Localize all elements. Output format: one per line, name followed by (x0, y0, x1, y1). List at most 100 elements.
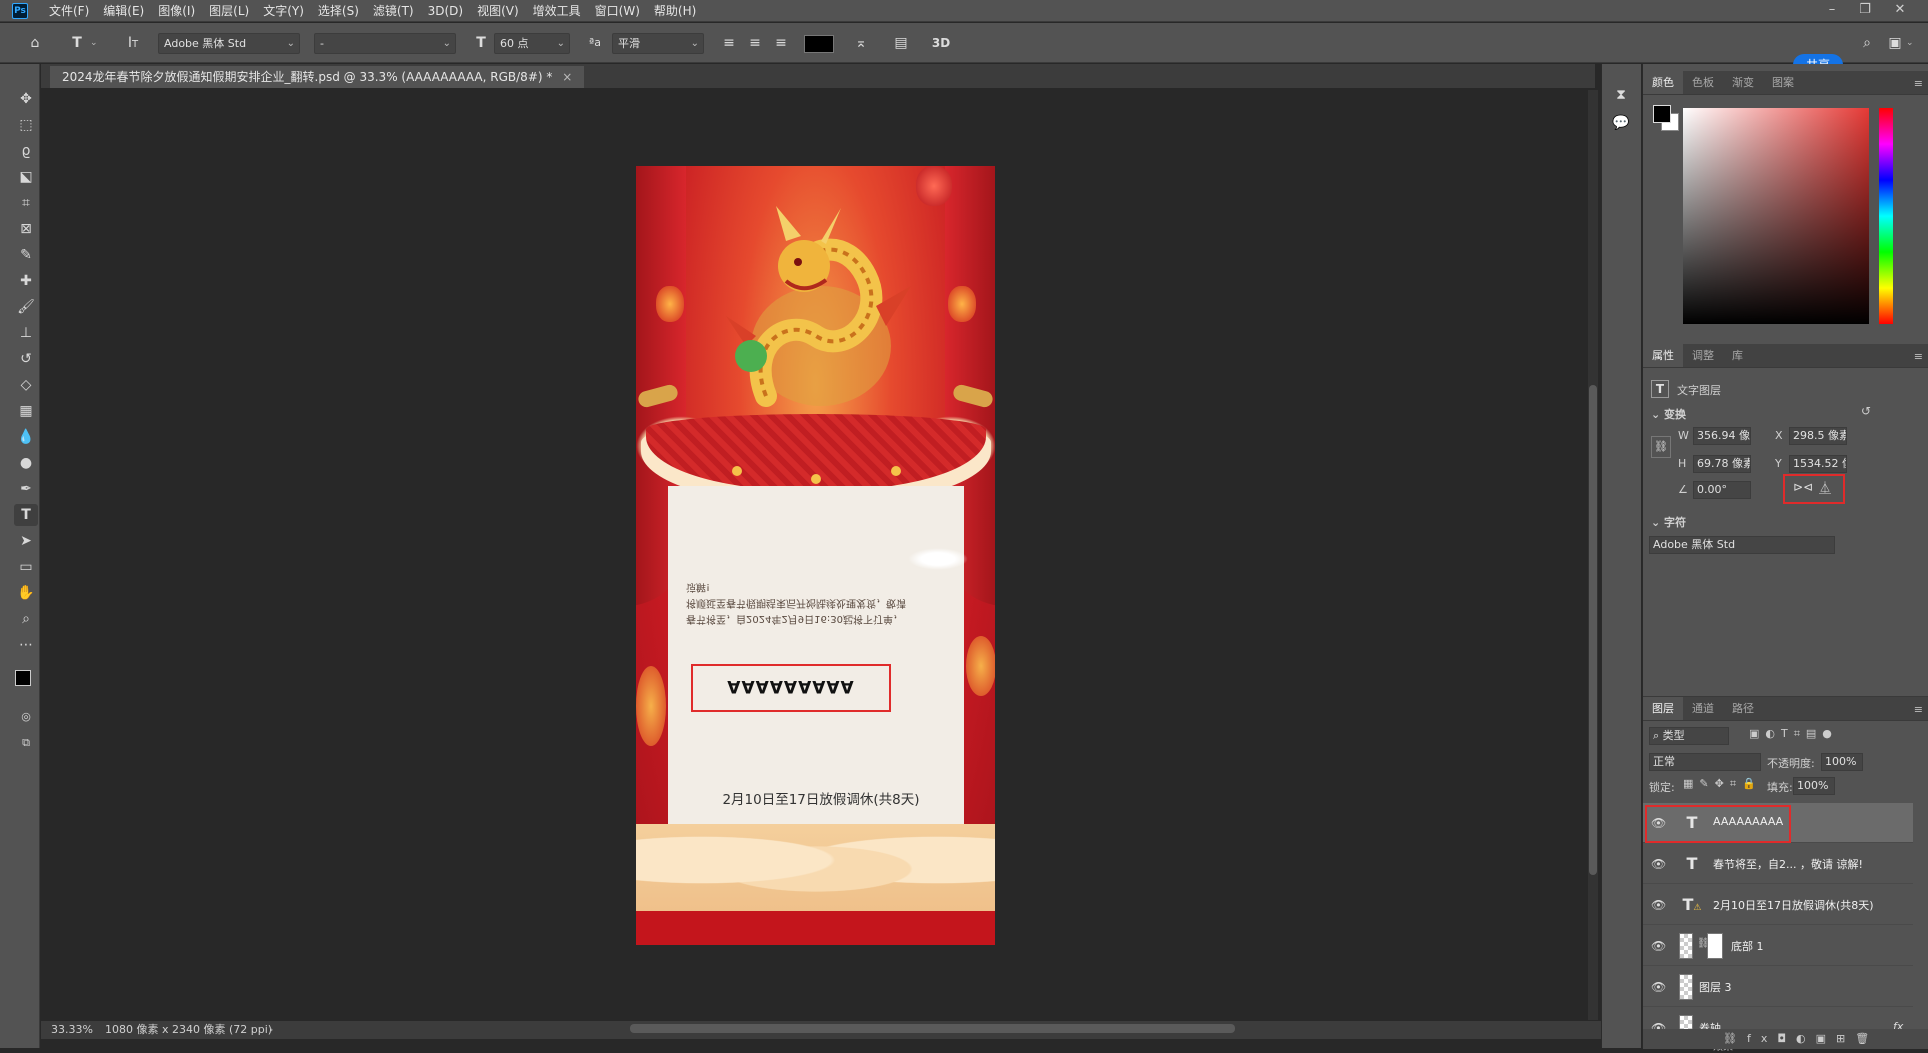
tab-gradients[interactable]: 渐变 (1723, 71, 1763, 94)
frame-tool-icon[interactable]: ⊠ (14, 218, 38, 240)
close-tab-icon[interactable]: × (562, 70, 572, 84)
lock-icons[interactable]: ▦✎✥⌗🔒 (1683, 777, 1762, 791)
screen-mode-icon[interactable]: ⧉ (14, 732, 38, 754)
hue-slider[interactable] (1879, 108, 1893, 324)
gradient-tool-icon[interactable]: ▦ (14, 400, 38, 422)
more-tools-icon[interactable]: ⋯ (14, 634, 38, 656)
type-tool-icon[interactable]: T (14, 504, 38, 526)
x-field[interactable]: 298.5 像素 (1789, 427, 1847, 445)
layer-row-holiday[interactable]: 👁 T⚠ 2月10日至17日放假调休(共8天) (1643, 885, 1913, 925)
fill-field[interactable]: 100% (1793, 777, 1835, 795)
tab-adjustments[interactable]: 调整 (1683, 344, 1723, 367)
foreground-color-swatch[interactable] (15, 670, 31, 686)
menu-type[interactable]: 文字(Y) (256, 0, 311, 22)
layers-footer-icons[interactable]: ⛓fx◘◐▣⊞🗑 (1643, 1029, 1928, 1049)
width-field[interactable]: 356.94 像素 (1693, 427, 1751, 445)
menu-3d[interactable]: 3D(D) (421, 0, 470, 22)
pen-tool-icon[interactable]: ✒ (14, 478, 38, 500)
status-arrow-icon[interactable]: › (269, 1021, 273, 1039)
visibility-eye-icon[interactable]: 👁 (1651, 898, 1666, 912)
visibility-eye-icon[interactable]: 👁 (1651, 857, 1666, 871)
layer-filter-select[interactable]: ⌕ 类型 (1649, 727, 1729, 745)
angle-field[interactable]: 0.00° (1693, 481, 1751, 499)
home-icon[interactable]: ⌂ (24, 32, 46, 54)
color-fg-swatch[interactable] (1653, 105, 1671, 123)
blend-mode-select[interactable]: 正常 (1649, 753, 1761, 771)
warp-text-icon[interactable]: ⌅ (850, 32, 872, 54)
eraser-tool-icon[interactable]: ◇ (14, 374, 38, 396)
eyedropper-tool-icon[interactable]: ✎ (14, 244, 38, 266)
menu-layer[interactable]: 图层(L) (202, 0, 256, 22)
menu-window[interactable]: 窗口(W) (588, 0, 647, 22)
menu-file[interactable]: 文件(F) (42, 0, 96, 22)
flip-vertical-icon[interactable]: ⏅ (1819, 479, 1831, 496)
font-family-select[interactable]: Adobe 黑体 Std ⌄ (158, 33, 300, 54)
visibility-eye-icon[interactable]: 👁 (1651, 980, 1666, 994)
tab-patterns[interactable]: 图案 (1763, 71, 1803, 94)
antialias-select[interactable]: 平滑 ⌄ (612, 33, 704, 54)
zoom-tool-icon[interactable]: ⌕ (14, 608, 38, 630)
reset-transform-icon[interactable]: ↺ (1861, 404, 1871, 418)
transform-header[interactable]: ⌄ 变换 (1651, 406, 1686, 422)
height-field[interactable]: 69.78 像素 (1693, 455, 1751, 473)
path-select-tool-icon[interactable]: ➤ (14, 530, 38, 552)
color-panel-menu-icon[interactable]: ≡ (1914, 77, 1923, 90)
layers-panel-menu-icon[interactable]: ≡ (1914, 703, 1923, 716)
holiday-text[interactable]: 2月10日至17日放假调休(共8天) (676, 788, 966, 808)
layer-mask-thumb[interactable] (1707, 933, 1723, 959)
dodge-tool-icon[interactable]: ● (14, 452, 38, 474)
document-tab[interactable]: 2024龙年春节除夕放假通知假期安排企业_翻转.psd @ 33.3% (AAA… (50, 66, 585, 88)
rectangle-tool-icon[interactable]: ▭ (14, 556, 38, 578)
tab-libraries[interactable]: 库 (1723, 344, 1752, 367)
clone-stamp-tool-icon[interactable]: ⊥ (14, 322, 38, 344)
color-field[interactable] (1683, 108, 1869, 324)
tab-properties[interactable]: 属性 (1643, 344, 1683, 367)
vertical-scrollbar[interactable] (1589, 385, 1597, 875)
comments-panel-icon[interactable]: 💬 (1610, 112, 1632, 134)
y-field[interactable]: 1534.52 像 (1789, 455, 1847, 473)
tab-swatches[interactable]: 色板 (1683, 71, 1723, 94)
menu-filter[interactable]: 滤镜(T) (366, 0, 421, 22)
align-center-icon[interactable]: ≡ (744, 32, 766, 54)
blur-tool-icon[interactable]: 💧 (14, 426, 38, 448)
character-font-select[interactable]: Adobe 黑体 Std (1649, 536, 1835, 554)
tab-paths[interactable]: 路径 (1723, 697, 1763, 720)
tab-channels[interactable]: 通道 (1683, 697, 1723, 720)
zoom-level[interactable]: 33.33% (51, 1021, 93, 1039)
healing-brush-tool-icon[interactable]: ✚ (14, 270, 38, 292)
history-panel-icon[interactable]: ⧗ (1610, 84, 1632, 106)
workspace-chevron-icon[interactable]: ⌄ (1906, 32, 1914, 54)
move-tool-icon[interactable]: ✥ (14, 88, 38, 110)
preset-chevron-icon[interactable]: ⌄ (90, 32, 98, 54)
object-select-tool-icon[interactable]: ⬕ (14, 166, 38, 188)
align-right-icon[interactable]: ≡ (770, 32, 792, 54)
layer-filter-icons[interactable]: ▣◐T⌗▤● (1749, 727, 1838, 741)
lasso-tool-icon[interactable]: ϱ (14, 140, 38, 162)
properties-panel-menu-icon[interactable]: ≡ (1914, 350, 1923, 363)
align-left-icon[interactable]: ≡ (718, 32, 740, 54)
hand-tool-icon[interactable]: ✋ (14, 582, 38, 604)
layer-row-bottom[interactable]: 👁 ⛓ 底部 1 (1643, 926, 1913, 966)
flip-horizontal-icon[interactable]: ⊳⊲ (1793, 480, 1813, 494)
close-window-icon[interactable]: ✕ (1885, 0, 1915, 22)
history-brush-tool-icon[interactable]: ↺ (14, 348, 38, 370)
crop-tool-icon[interactable]: ⌗ (14, 192, 38, 214)
menu-image[interactable]: 图像(I) (151, 0, 202, 22)
restore-icon[interactable]: ❐ (1850, 0, 1880, 22)
tab-color[interactable]: 颜色 (1643, 71, 1683, 94)
quick-mask-icon[interactable]: ◎ (14, 706, 38, 728)
font-size-select[interactable]: 60 点 ⌄ (494, 33, 570, 54)
3d-button[interactable]: 3D (930, 32, 952, 54)
visibility-eye-icon[interactable]: 👁 (1651, 939, 1666, 953)
link-dimensions-icon[interactable]: ⛓ (1651, 436, 1671, 458)
menu-view[interactable]: 视图(V) (470, 0, 526, 22)
menu-help[interactable]: 帮助(H) (647, 0, 703, 22)
menu-plugins[interactable]: 增效工具 (526, 0, 588, 22)
brush-tool-icon[interactable]: 🖌 (14, 296, 38, 318)
opacity-field[interactable]: 100% (1821, 753, 1863, 771)
type-tool-preset-icon[interactable]: T (66, 32, 88, 54)
document-canvas[interactable]: 春节将至，自2024年2月9日16:30起将下订单， 将顺延至春节假期结束后开始… (636, 166, 995, 945)
text-orientation-icon[interactable]: IT (122, 32, 144, 54)
font-style-select[interactable]: - ⌄ (314, 33, 456, 54)
search-icon[interactable]: ⌕ (1856, 32, 1878, 54)
